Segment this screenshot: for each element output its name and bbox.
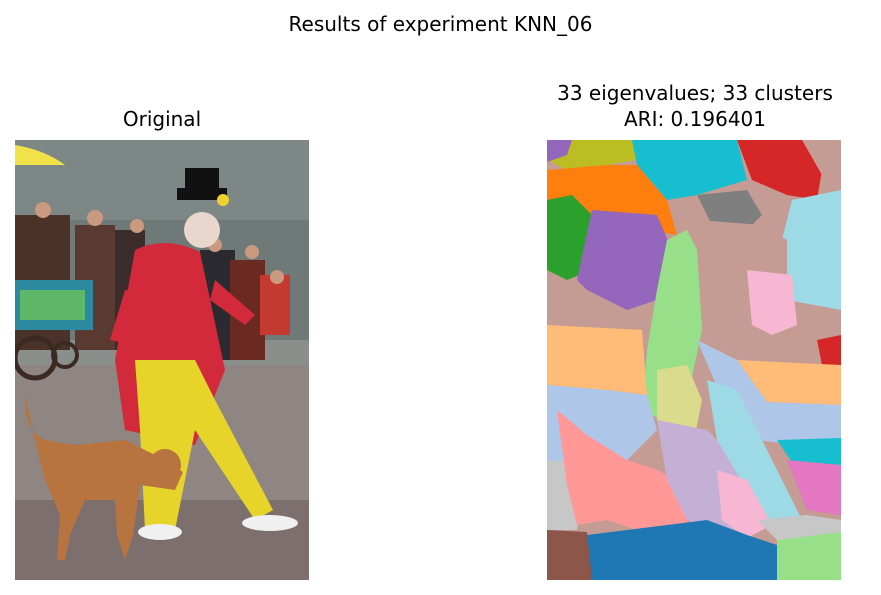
segmentation-title-line2: ARI: 0.196401: [623, 107, 766, 131]
segmentation-title: 33 eigenvalues; 33 clusters ARI: 0.19640…: [500, 80, 881, 132]
segmentation-image: [547, 140, 841, 580]
original-image-title: Original: [15, 106, 309, 132]
original-image-title-text: Original: [122, 107, 202, 131]
original-image: [15, 140, 309, 580]
segmentation-map: [547, 140, 841, 580]
original-photo: [15, 140, 309, 580]
segmentation-title-line1: 33 eigenvalues; 33 clusters: [557, 81, 833, 105]
figure-suptitle: Results of experiment KNN_06: [288, 12, 593, 36]
